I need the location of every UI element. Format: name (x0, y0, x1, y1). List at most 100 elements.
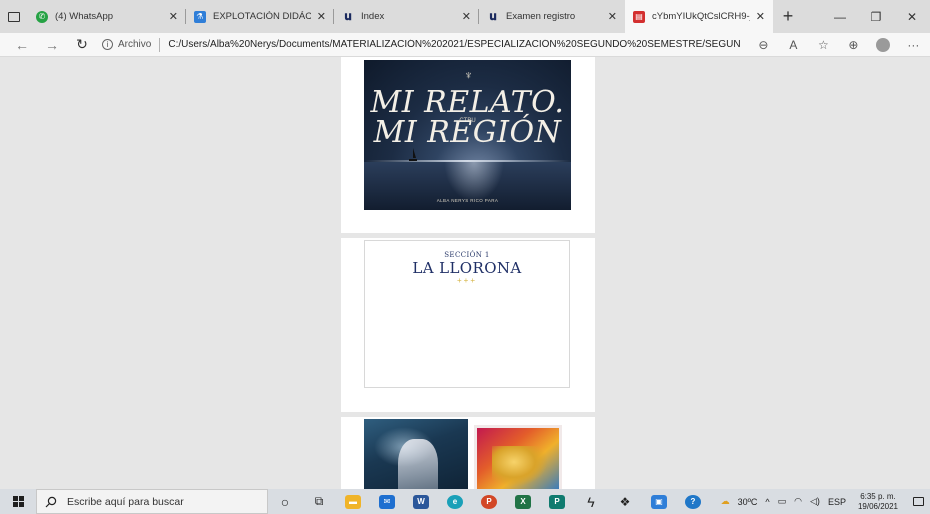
site-info-button[interactable]: i Archivo (102, 39, 151, 50)
close-tab-icon[interactable]: ✕ (169, 10, 178, 23)
publisher-button[interactable]: P (540, 489, 574, 514)
tab-examen-registro[interactable]: 𝐮 Examen registro ✕ (479, 0, 625, 33)
cover-light (444, 162, 504, 202)
excel-button[interactable]: X (506, 489, 540, 514)
photos-button[interactable]: ▣ (642, 489, 676, 514)
close-tab-icon[interactable]: ✕ (317, 10, 326, 23)
photos-icon: ▣ (651, 494, 667, 509)
file-explorer-button[interactable]: ▬ (336, 489, 370, 514)
language-indicator[interactable]: ESP (824, 497, 850, 507)
powerpoint-icon: P (481, 494, 497, 509)
help-icon: ? (685, 494, 701, 509)
mail-button[interactable]: ✉ (370, 489, 404, 514)
tab-title: (4) WhatsApp (55, 11, 114, 22)
system-tray: ☁ 30ºC ^ ▭ ◠ ◁) ESP 6:35 p. m. 19/06/202… (717, 489, 930, 514)
dragon-image (474, 425, 562, 489)
close-tab-icon[interactable]: ✕ (462, 10, 471, 23)
collections-button[interactable]: ⊕ (838, 33, 868, 57)
dropbox-button[interactable]: ❖ (608, 489, 642, 514)
site-info-label: Archivo (118, 39, 152, 50)
lightning-icon: ϟ (587, 493, 595, 510)
profile-button[interactable] (868, 33, 898, 57)
restore-button[interactable]: ❐ (858, 0, 894, 33)
taskbar: Escribe aquí para buscar ○ ⧉ ▬ ✉ W e P X… (0, 489, 930, 514)
read-aloud-icon: A (789, 37, 798, 52)
tab-actions-icon (8, 11, 20, 22)
u-logo-icon: 𝐮 (489, 9, 497, 23)
u-logo-icon: 𝐮 (344, 9, 352, 23)
address-separator (159, 37, 161, 52)
dropbox-icon: ❖ (619, 494, 631, 509)
close-tab-icon[interactable]: ✕ (608, 10, 617, 23)
section-page: SECCIÓN 1 LA LLORONA +++ (364, 240, 570, 388)
lightning-app-button[interactable]: ϟ (574, 489, 608, 514)
clock[interactable]: 6:35 p. m. 19/06/2021 (850, 492, 906, 512)
zoom-button[interactable]: ⊖ (748, 33, 778, 57)
cover-title-line-1: MI RELATO. (370, 85, 565, 120)
section-label: SECCIÓN 1 (444, 251, 490, 259)
tab-title: Examen registro (506, 11, 576, 22)
minimize-button[interactable]: — (822, 0, 858, 33)
reload-icon: ↻ (76, 36, 88, 52)
favorites-button[interactable]: ☆ (808, 33, 838, 57)
search-icon (45, 496, 57, 507)
close-window-button[interactable]: ✕ (894, 0, 930, 33)
more-icon: ··· (907, 37, 920, 52)
tab-whatsapp[interactable]: ✆ (4) WhatsApp ✕ (28, 0, 186, 33)
edge-icon: e (447, 494, 463, 509)
reload-button[interactable]: ↻ (70, 33, 94, 57)
tab-index[interactable]: 𝐮 Index ✕ (334, 0, 479, 33)
section-ornament: +++ (456, 276, 477, 285)
word-icon: W (413, 494, 429, 509)
battery-icon[interactable]: ▭ (774, 496, 791, 507)
cover-image: ♆ MI RELATO. CTBU MI REGIÓN ALBA NERYS R… (364, 60, 571, 210)
cover-title-line-2: MI REGIÓN (373, 115, 562, 150)
image-figure (398, 439, 438, 489)
pdf-viewer[interactable]: ♆ MI RELATO. CTBU MI REGIÓN ALBA NERYS R… (0, 57, 930, 489)
address-bar[interactable]: C:/Users/Alba%20Nerys/Documents/MATERIAL… (168, 39, 740, 50)
help-button[interactable]: ? (676, 489, 710, 514)
network-icon[interactable]: ◠ (790, 496, 806, 507)
notifications-button[interactable] (906, 489, 930, 514)
tab-pdf-active[interactable]: ▤ cYbmYIUkQtCslCRH9-jIEg.pc ✕ (625, 0, 773, 33)
favorites-icon: ☆ (817, 37, 829, 52)
plus-icon: + (782, 6, 794, 26)
cover-author: ALBA NERYS RICO PARA (436, 198, 499, 203)
avatar (876, 37, 891, 52)
word-button[interactable]: W (404, 489, 438, 514)
windows-logo-icon (12, 496, 24, 507)
cross-emblem-icon: ♆ (464, 68, 473, 82)
tab-actions-menu-button[interactable] (0, 0, 28, 33)
cortana-button[interactable]: ○ (268, 489, 302, 514)
back-button[interactable]: ← (10, 33, 34, 57)
excel-icon: X (515, 494, 531, 509)
show-hidden-icons-icon[interactable]: ^ (761, 497, 773, 507)
pdf-page-2: SECCIÓN 1 LA LLORONA +++ (341, 238, 595, 412)
weather-icon[interactable]: ☁ (717, 496, 734, 507)
mail-icon: ✉ (379, 494, 395, 509)
volume-icon[interactable]: ◁) (806, 496, 824, 507)
whatsapp-icon: ✆ (36, 10, 48, 23)
settings-menu-button[interactable]: ··· (898, 33, 928, 57)
read-aloud-button[interactable]: A (778, 33, 808, 57)
start-button[interactable] (0, 489, 36, 514)
window-controls: — ❐ ✕ (822, 0, 930, 33)
underwater-figure-image (364, 419, 468, 489)
tab-title: Index (361, 11, 385, 22)
weather-temperature[interactable]: 30ºC (734, 497, 762, 507)
search-placeholder: Escribe aquí para buscar (67, 495, 184, 508)
close-tab-icon[interactable]: ✕ (756, 10, 765, 23)
publisher-icon: P (549, 494, 565, 509)
task-view-button[interactable]: ⧉ (302, 489, 336, 514)
toolbar-actions: ⊖ A ☆ ⊕ ··· (748, 33, 928, 57)
tab-title: cYbmYIUkQtCslCRH9-jIEg.pc (652, 11, 750, 22)
new-tab-button[interactable]: + (773, 0, 803, 33)
forward-button[interactable]: → (40, 33, 64, 57)
taskbar-search[interactable]: Escribe aquí para buscar (36, 489, 268, 514)
powerpoint-button[interactable]: P (472, 489, 506, 514)
restore-icon: ❐ (870, 9, 882, 24)
edge-button[interactable]: e (438, 489, 472, 514)
cortana-icon: ○ (280, 493, 290, 510)
info-icon: i (102, 39, 113, 50)
tab-explotacion[interactable]: ⚗ EXPLOTACIÓN DIDÁCTICA DE ✕ (186, 0, 334, 33)
